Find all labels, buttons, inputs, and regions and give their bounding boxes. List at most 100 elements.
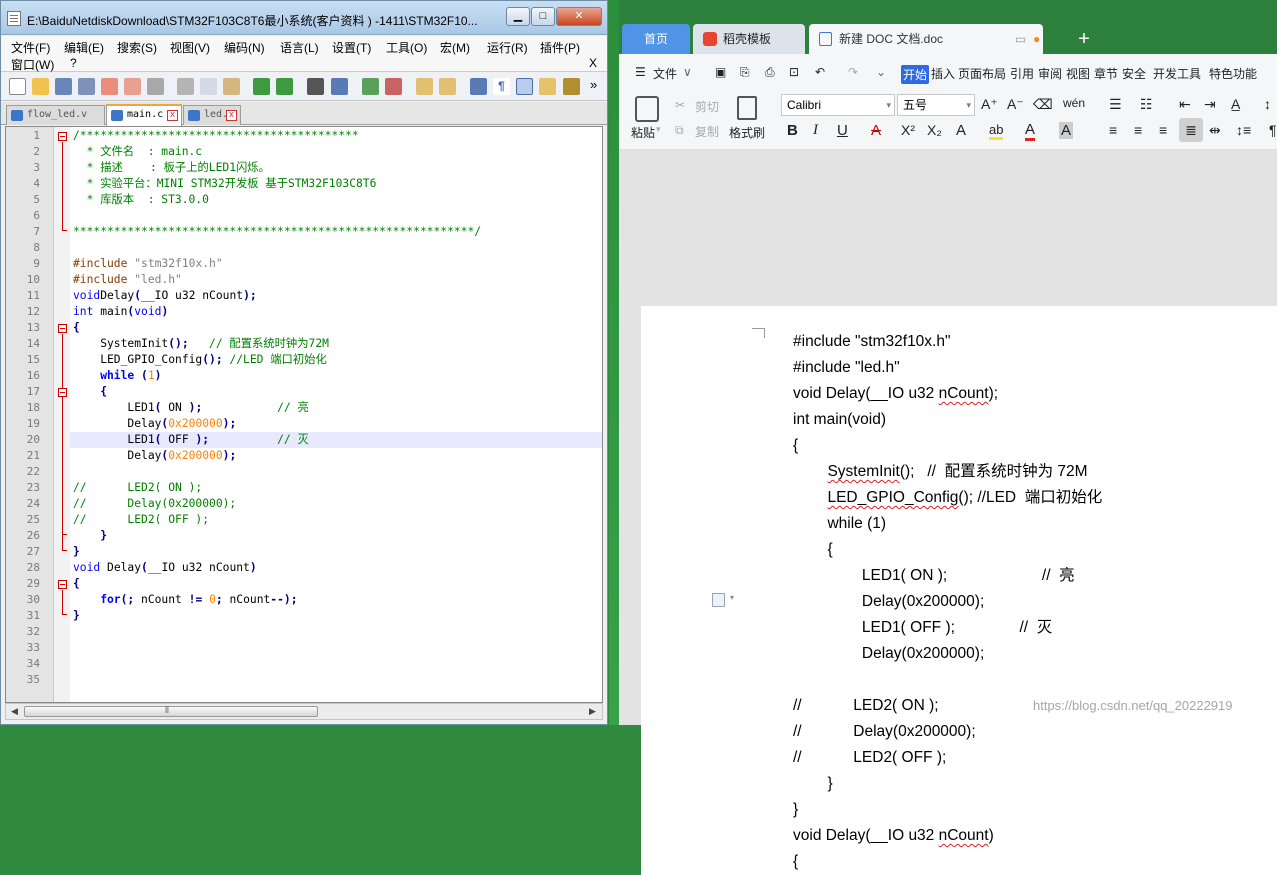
chevron-down-icon[interactable]: ▾ — [730, 593, 734, 602]
tab-document[interactable]: 新建 DOC 文档.doc ▭ ● — [809, 24, 1043, 54]
chevron-down-icon[interactable]: ⌄ — [876, 65, 886, 79]
open-file-icon[interactable] — [32, 78, 49, 95]
tab-flow-led[interactable]: flow_led.v — [6, 105, 105, 125]
undo-icon[interactable] — [253, 78, 270, 95]
maximize-button[interactable]: □ — [531, 7, 555, 26]
code-editor[interactable]: 1 2 3 4 5 6 7 8 9 10 11 12 13 14 15 16 17 18 19 20 21 22 23 24 2… — [5, 126, 603, 703]
tab-templates[interactable]: 稻壳模板 — [693, 24, 805, 54]
replace-icon[interactable] — [331, 78, 348, 95]
menu-run[interactable]: 运行(R) — [487, 39, 528, 56]
menu-developer[interactable]: 开发工具 — [1153, 65, 1201, 82]
save-icon[interactable] — [55, 78, 72, 95]
minimize-button[interactable]: ▁ — [506, 7, 530, 26]
tab-close-icon[interactable]: x — [226, 110, 237, 121]
close-file-icon[interactable] — [101, 78, 118, 95]
title-bar[interactable]: E:\BaiduNetdiskDownload\STM32F103C8T6最小系… — [1, 1, 607, 35]
hamburger-icon[interactable]: ☰ — [635, 65, 646, 79]
new-tab-button[interactable]: + — [1071, 24, 1097, 54]
tab-close-icon[interactable]: x — [167, 110, 178, 121]
print-icon[interactable]: ⎙ — [765, 65, 775, 80]
copy-label[interactable]: 复制 — [695, 123, 719, 140]
menu-file[interactable]: 文件(F) — [11, 39, 50, 56]
redo-icon[interactable]: ↷ — [848, 65, 858, 79]
fold-toggle-icon[interactable] — [58, 132, 67, 141]
align-right-icon[interactable]: ≡ — [1159, 122, 1167, 138]
menu-view[interactable]: 视图 — [1066, 65, 1090, 82]
indent-guide-icon[interactable] — [516, 78, 533, 95]
sync-horizontal-icon[interactable] — [439, 78, 456, 95]
chevron-down-icon[interactable]: ∨ — [683, 65, 692, 79]
paste-options-icon[interactable] — [712, 593, 725, 607]
save-icon[interactable]: ▣ — [715, 65, 726, 79]
redo-icon[interactable] — [276, 78, 293, 95]
menu-special[interactable]: 特色功能 — [1209, 65, 1257, 82]
find-icon[interactable] — [307, 78, 324, 95]
zoom-out-icon[interactable] — [385, 78, 402, 95]
paste-label[interactable]: 粘贴 — [631, 124, 655, 141]
menu-window[interactable]: 窗口(W) — [11, 56, 54, 73]
font-size-select[interactable]: 五号 ▾ — [897, 94, 975, 116]
scroll-left-icon[interactable]: ◀ — [8, 706, 21, 717]
zoom-in-icon[interactable] — [362, 78, 379, 95]
bold-button[interactable]: B — [787, 122, 798, 139]
document-page[interactable]: ▾ #include "stm32f10x.h" #include "led.h"… — [641, 306, 1277, 875]
justify-icon[interactable]: ≣ — [1179, 118, 1203, 142]
format-painter-icon[interactable] — [737, 96, 757, 120]
menu-insert[interactable]: 插入 — [931, 65, 955, 82]
undo-icon[interactable]: ↶ — [815, 65, 825, 79]
show-all-chars-icon[interactable]: ¶ — [493, 78, 510, 95]
menu-page-layout[interactable]: 页面布局 — [958, 65, 1006, 82]
increase-indent-icon[interactable]: ⇥ — [1204, 96, 1216, 113]
strikethrough-button[interactable]: A — [871, 122, 881, 139]
scroll-right-icon[interactable]: ▶ — [586, 706, 599, 717]
tab-home[interactable]: 首页 — [622, 24, 690, 54]
text-effect-button[interactable]: A — [956, 122, 966, 139]
fold-toggle-icon[interactable] — [58, 580, 67, 589]
close-button[interactable]: ✕ — [556, 7, 602, 26]
close-all-icon[interactable] — [124, 78, 141, 95]
cut-icon[interactable] — [177, 78, 194, 95]
format-painter-label[interactable]: 格式刷 — [729, 124, 765, 141]
bullet-list-icon[interactable]: ☰ — [1109, 96, 1122, 113]
underline-button[interactable]: U — [837, 122, 848, 139]
print-icon[interactable] — [147, 78, 164, 95]
menu-edit[interactable]: 编辑(E) — [64, 39, 104, 56]
menu-plugins[interactable]: 插件(P) — [540, 39, 580, 56]
char-shading-button[interactable]: A — [1059, 122, 1074, 139]
phonetic-guide-icon[interactable]: wén — [1063, 96, 1085, 110]
align-center-icon[interactable]: ≡ — [1134, 122, 1142, 138]
sort-icon[interactable]: ↕ — [1264, 96, 1271, 112]
menu-close-doc[interactable]: X — [589, 56, 597, 70]
decrease-indent-icon[interactable]: ⇤ — [1179, 96, 1191, 113]
menu-macro[interactable]: 宏(M) — [440, 39, 470, 56]
chevron-down-icon[interactable]: ▾ — [656, 124, 661, 135]
tab-pin-icon[interactable]: ▭ — [1015, 24, 1026, 54]
paste-icon[interactable] — [635, 96, 659, 122]
tab-led-c[interactable]: led.c x — [183, 105, 241, 125]
save-all-icon[interactable] — [78, 78, 95, 95]
menu-settings[interactable]: 设置(T) — [332, 39, 371, 56]
paste-icon[interactable] — [223, 78, 240, 95]
shrink-font-icon[interactable]: A⁻ — [1007, 96, 1024, 113]
doc-map-icon[interactable] — [563, 78, 580, 95]
sync-vertical-icon[interactable] — [416, 78, 433, 95]
fold-toggle-icon[interactable] — [58, 388, 67, 397]
align-left-icon[interactable]: ≡ — [1109, 122, 1117, 138]
line-spacing-icon[interactable]: ↕≡ — [1236, 122, 1251, 138]
highlight-button[interactable]: ab — [989, 122, 1004, 140]
menu-encoding[interactable]: 编码(N) — [224, 39, 265, 56]
tab-main-c[interactable]: main.c x — [106, 104, 182, 126]
menu-review[interactable]: 审阅 — [1038, 65, 1062, 82]
eraser-icon[interactable]: ⌫ — [1033, 96, 1053, 113]
export-pdf-icon[interactable]: ⎘ — [740, 65, 750, 80]
word-wrap-icon[interactable] — [470, 78, 487, 95]
subscript-button[interactable]: X₂ — [927, 122, 942, 138]
menu-start[interactable]: 开始 — [901, 65, 930, 84]
chinese-layout-icon[interactable]: A̲ — [1231, 96, 1240, 112]
superscript-button[interactable]: X² — [901, 122, 915, 138]
fold-toggle-icon[interactable] — [58, 324, 67, 333]
menu-file[interactable]: 文件 — [653, 65, 677, 82]
menu-chapter[interactable]: 章节 — [1094, 65, 1118, 82]
scroll-thumb[interactable]: ⦀ — [24, 705, 318, 717]
menu-security[interactable]: 安全 — [1122, 65, 1146, 82]
